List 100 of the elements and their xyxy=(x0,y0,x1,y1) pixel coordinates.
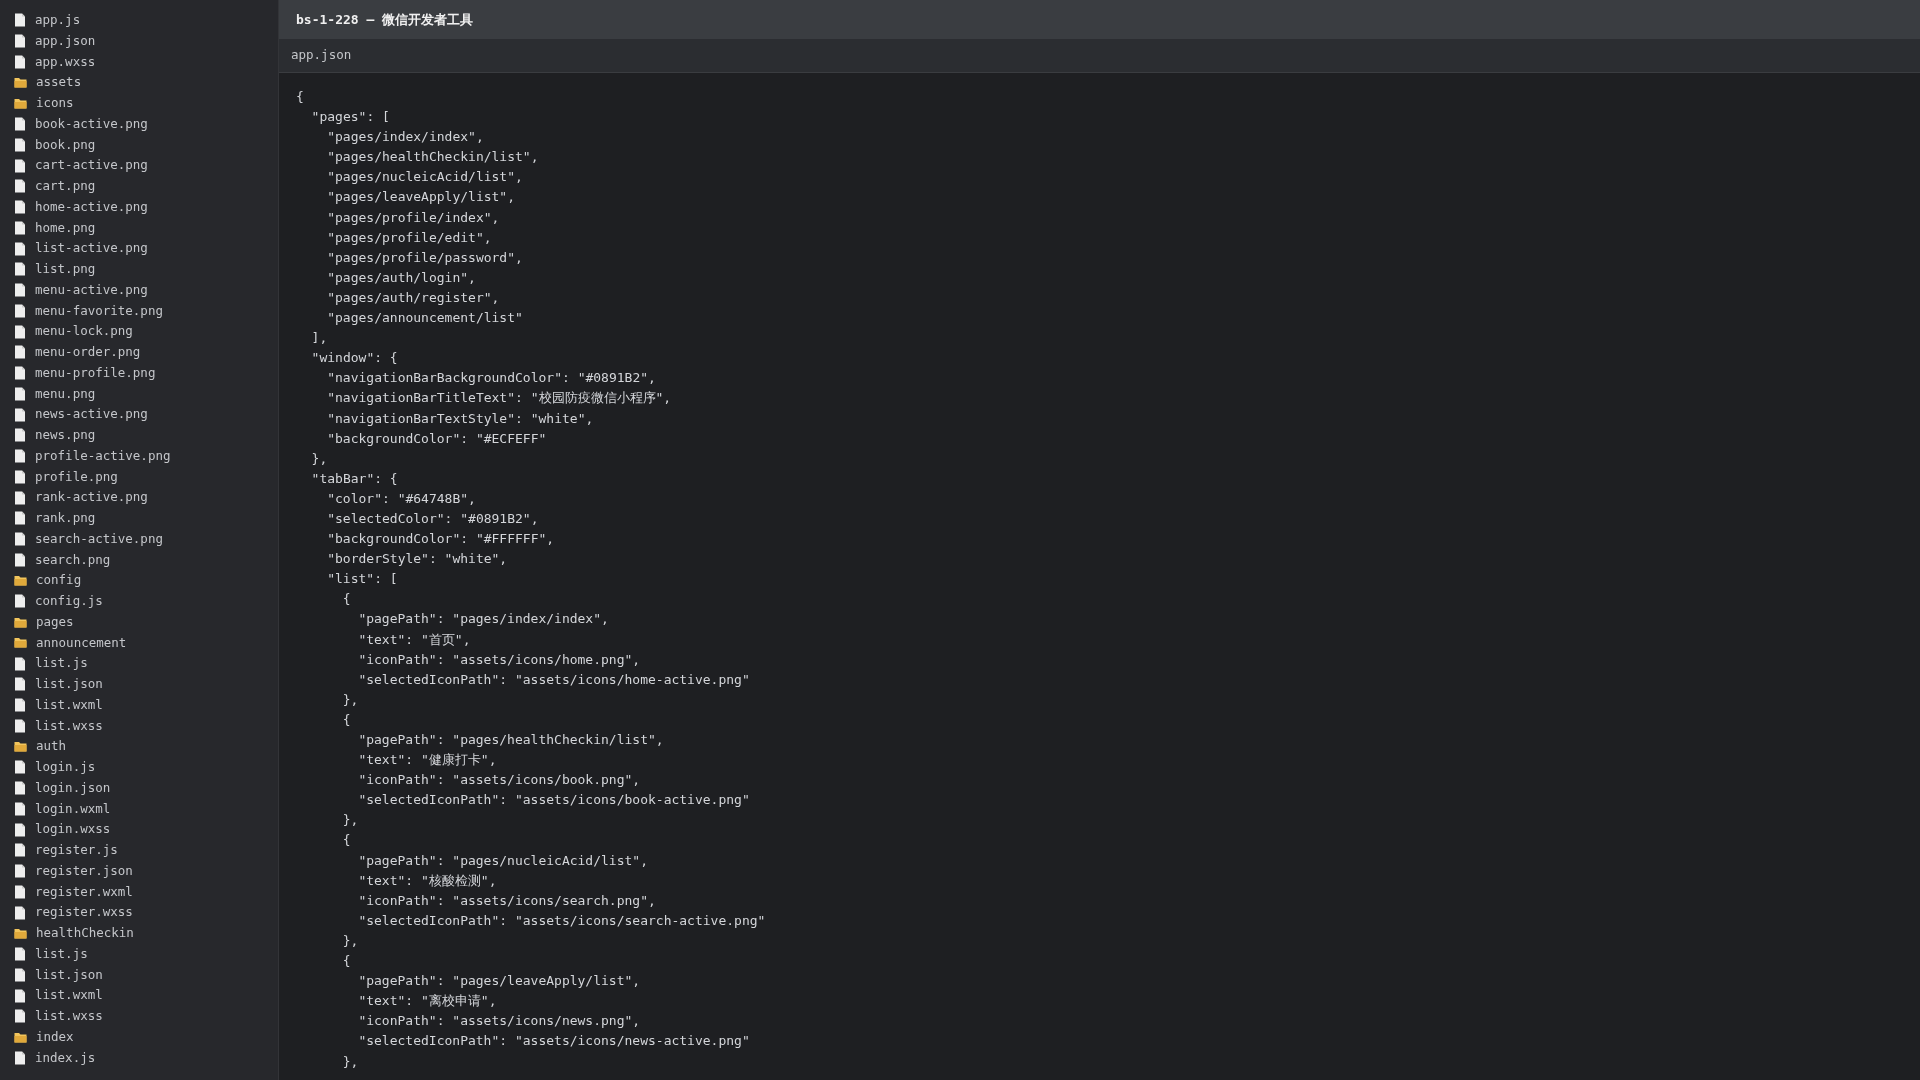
file-item[interactable]: menu-lock.png xyxy=(35,322,133,341)
file-item[interactable]: cart-active.png xyxy=(35,156,148,175)
file-item[interactable]: list.json xyxy=(35,675,103,694)
code-line: }, xyxy=(342,931,359,950)
file-icon xyxy=(14,988,26,1003)
file-icon xyxy=(14,490,26,505)
folder-item[interactable]: assets xyxy=(36,73,82,92)
file-icon xyxy=(14,324,26,339)
file-item[interactable]: rank.png xyxy=(35,509,96,528)
file-icon xyxy=(14,407,26,422)
file-item[interactable]: list.wxss xyxy=(35,1007,103,1026)
file-item[interactable]: menu-favorite.png xyxy=(35,301,163,321)
code-line: }, xyxy=(342,690,359,709)
file-icon xyxy=(14,698,26,713)
file-icon xyxy=(14,386,26,401)
file-item[interactable]: book-active.png xyxy=(35,114,148,134)
file-icon xyxy=(14,718,26,733)
file-item[interactable]: register.wxss xyxy=(35,903,133,922)
code-line: "iconPath": "assets/icons/search.png", xyxy=(358,891,656,910)
file-icon xyxy=(14,469,26,484)
folder-item[interactable]: index xyxy=(36,1027,74,1047)
file-item[interactable]: index.js xyxy=(35,1048,96,1068)
file-item[interactable]: list.js xyxy=(35,944,88,964)
code-line: "pages/announcement/list" xyxy=(327,309,523,328)
folder-item[interactable]: healthCheckin xyxy=(36,924,134,943)
file-item[interactable]: profile.png xyxy=(35,467,118,487)
code-line: "pages/profile/password", xyxy=(327,248,523,267)
code-line: { xyxy=(342,831,351,850)
file-item[interactable]: list.js xyxy=(35,654,88,673)
file-item[interactable]: search-active.png xyxy=(35,529,163,549)
code-line: { xyxy=(342,590,351,609)
file-item[interactable]: list.wxml xyxy=(35,695,103,715)
code-line: }, xyxy=(342,1052,359,1071)
code-line: "navigationBarBackgroundColor": "#0891B2", xyxy=(327,369,656,388)
file-icon xyxy=(14,1009,26,1024)
file-item[interactable]: login.wxml xyxy=(35,799,111,819)
code-line: "text": "健康打卡", xyxy=(358,751,497,770)
code-line: "selectedIconPath": "assets/icons/search-active.png" xyxy=(358,911,766,930)
file-icon xyxy=(14,884,26,899)
file-item[interactable]: cart.png xyxy=(35,177,96,196)
folder-item[interactable]: announcement xyxy=(36,633,127,653)
code-line: "navigationBarTitleText": "校园防疫微信小程序", xyxy=(327,389,672,408)
file-item[interactable]: menu-profile.png xyxy=(35,363,156,383)
code-line: "pagePath": "pages/leaveApply/list", xyxy=(358,972,641,991)
file-item[interactable]: list.png xyxy=(35,260,96,279)
file-item[interactable]: app.js xyxy=(35,11,81,30)
file-item[interactable]: register.wxml xyxy=(35,882,133,902)
file-item[interactable]: config.js xyxy=(35,592,103,611)
file-item[interactable]: menu.png xyxy=(35,384,96,404)
folder-item[interactable]: config xyxy=(36,571,82,590)
file-item[interactable]: home.png xyxy=(35,218,96,238)
file-item[interactable]: list.json xyxy=(35,965,103,985)
code-line: "pages/nucleicAcid/list", xyxy=(327,168,523,187)
file-item[interactable]: login.json xyxy=(35,778,111,798)
file-item[interactable]: app.wxss xyxy=(35,52,96,72)
code-line: "pages": [ xyxy=(311,108,390,127)
file-item[interactable]: home-active.png xyxy=(35,197,148,217)
file-item[interactable]: register.json xyxy=(35,861,133,881)
folder-item[interactable]: icons xyxy=(36,94,74,113)
file-item[interactable]: rank-active.png xyxy=(35,488,148,507)
folder-icon xyxy=(14,927,27,939)
file-icon xyxy=(14,594,26,609)
file-item[interactable]: news-active.png xyxy=(35,405,148,424)
folder-item[interactable]: auth xyxy=(36,737,67,756)
file-item[interactable]: list-active.png xyxy=(35,239,148,258)
file-item[interactable]: search.png xyxy=(35,550,111,570)
code-line: "iconPath": "assets/icons/book.png", xyxy=(358,771,641,790)
folder-icon xyxy=(14,97,27,109)
file-icon xyxy=(14,552,26,567)
file-item[interactable]: login.js xyxy=(35,758,96,777)
file-item[interactable]: news.png xyxy=(35,426,96,445)
folder-icon xyxy=(14,616,27,628)
folder-item[interactable]: pages xyxy=(36,612,74,632)
file-item[interactable]: book.png xyxy=(35,135,96,155)
file-item[interactable]: list.wxml xyxy=(35,986,103,1005)
code-line: "pages/healthCheckin/list", xyxy=(327,148,539,167)
file-item[interactable]: menu-order.png xyxy=(35,343,141,362)
file-icon xyxy=(14,822,26,837)
file-icon xyxy=(14,677,26,692)
code-line: "list": [ xyxy=(327,570,398,589)
file-icon xyxy=(14,34,26,49)
code-line: "selectedColor": "#0891B2", xyxy=(327,509,539,528)
file-item[interactable]: list.wxss xyxy=(35,716,103,736)
file-icon xyxy=(14,511,26,526)
file-icon xyxy=(14,262,26,277)
code-line: { xyxy=(342,952,351,971)
file-item[interactable]: register.js xyxy=(35,841,118,860)
file-icon xyxy=(14,179,26,194)
file-item[interactable]: login.wxss xyxy=(35,820,111,839)
file-item[interactable]: menu-active.png xyxy=(35,280,148,300)
code-line: "text": "核酸检测", xyxy=(358,871,497,890)
code-line: "selectedIconPath": "assets/icons/home-active.png" xyxy=(358,670,750,689)
code-line: "pages/leaveApply/list", xyxy=(327,188,516,207)
code-line: "window": { xyxy=(311,349,398,368)
file-tab[interactable]: app.json xyxy=(291,46,352,65)
file-item[interactable]: profile-active.png xyxy=(35,446,171,466)
file-icon xyxy=(14,345,26,360)
folder-icon xyxy=(14,77,27,89)
file-icon xyxy=(14,801,26,816)
file-item[interactable]: app.json xyxy=(35,31,96,51)
